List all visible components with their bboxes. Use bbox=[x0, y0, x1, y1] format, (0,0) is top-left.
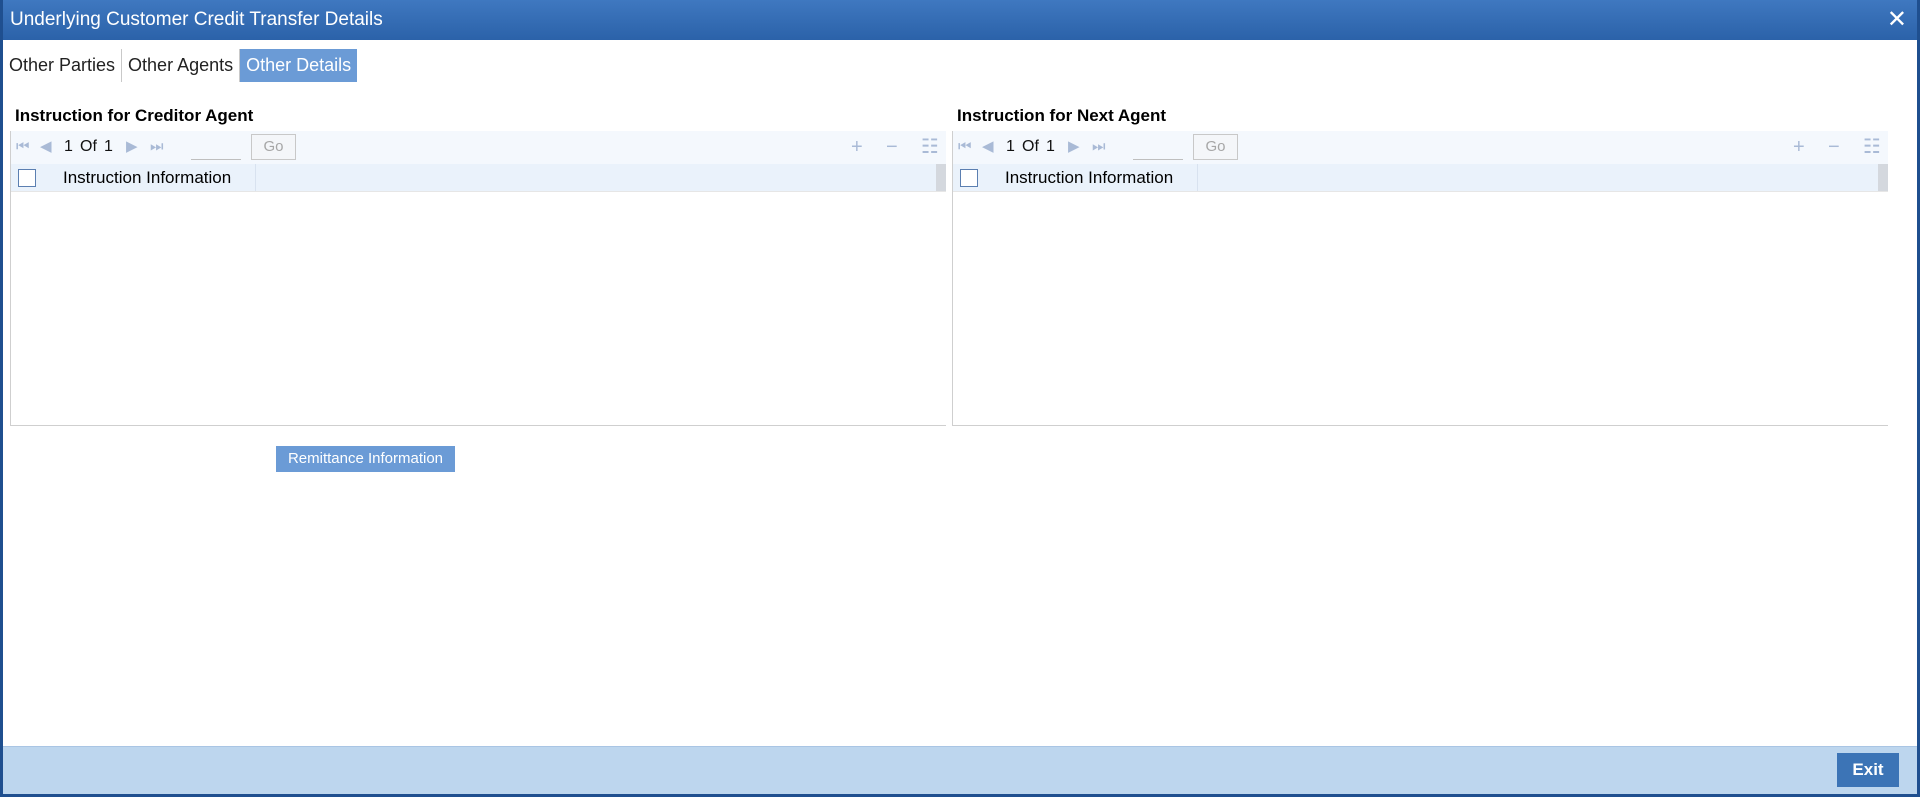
next-page-icon[interactable]: ▶ bbox=[126, 139, 138, 155]
add-row-icon[interactable]: + bbox=[1793, 137, 1805, 157]
current-page: 1 bbox=[1006, 138, 1015, 155]
next-page-icon[interactable]: ▶ bbox=[1068, 139, 1080, 155]
remittance-information-button[interactable]: Remittance Information bbox=[276, 446, 455, 472]
window-title: Underlying Customer Credit Transfer Deta… bbox=[10, 9, 383, 30]
instruction-information-column-header: Instruction Information bbox=[1005, 168, 1174, 187]
scrollbar[interactable] bbox=[1878, 164, 1888, 191]
current-page: 1 bbox=[64, 138, 73, 155]
page-number-input[interactable] bbox=[1133, 134, 1183, 160]
go-button[interactable]: Go bbox=[1193, 134, 1238, 160]
title-bar: Underlying Customer Credit Transfer Deta… bbox=[3, 0, 1917, 40]
prev-page-icon[interactable]: ◀ bbox=[40, 139, 52, 155]
grid-body bbox=[11, 191, 946, 425]
total-pages: 1 bbox=[104, 138, 113, 155]
prev-page-icon[interactable]: ◀ bbox=[982, 139, 994, 155]
scrollbar[interactable] bbox=[936, 164, 946, 191]
grid-toolbar: ⏮ ◀ 1 Of 1 ▶ ⏭ Go + − ☷ bbox=[11, 131, 946, 164]
delete-row-icon[interactable]: − bbox=[886, 137, 898, 157]
page-number-input[interactable] bbox=[191, 134, 241, 160]
total-pages: 1 bbox=[1046, 138, 1055, 155]
tab-other-details[interactable]: Other Details bbox=[240, 49, 358, 82]
last-page-icon[interactable]: ⏭ bbox=[150, 139, 164, 155]
page-of-label: Of bbox=[80, 138, 97, 155]
grid-header-row: Instruction Information bbox=[953, 164, 1888, 191]
footer-bar: Exit bbox=[3, 746, 1917, 794]
first-page-icon[interactable]: ⏮ bbox=[958, 139, 972, 155]
column-divider bbox=[255, 164, 256, 191]
tab-other-agents[interactable]: Other Agents bbox=[122, 49, 241, 82]
next-agent-section-title: Instruction for Next Agent bbox=[957, 106, 1167, 125]
tab-strip: Other Parties Other Agents Other Details bbox=[3, 49, 358, 82]
grid-body bbox=[953, 191, 1888, 425]
tab-other-parties[interactable]: Other Parties bbox=[3, 49, 123, 82]
select-all-checkbox[interactable] bbox=[18, 169, 36, 187]
close-icon[interactable]: ✕ bbox=[1887, 0, 1907, 40]
single-view-icon[interactable]: ☷ bbox=[1863, 137, 1881, 157]
instruction-information-column-header: Instruction Information bbox=[63, 168, 232, 187]
page-of-label: Of bbox=[1022, 138, 1039, 155]
go-button[interactable]: Go bbox=[251, 134, 296, 160]
delete-row-icon[interactable]: − bbox=[1828, 137, 1840, 157]
creditor-agent-section-title: Instruction for Creditor Agent bbox=[15, 106, 254, 125]
grid-header-row: Instruction Information bbox=[11, 164, 946, 191]
exit-button[interactable]: Exit bbox=[1837, 753, 1899, 787]
column-divider bbox=[1197, 164, 1198, 191]
single-view-icon[interactable]: ☷ bbox=[921, 137, 939, 157]
next-agent-grid: ⏮ ◀ 1 Of 1 ▶ ⏭ Go + − ☷ Instruction Info… bbox=[952, 131, 1888, 426]
last-page-icon[interactable]: ⏭ bbox=[1092, 139, 1106, 155]
first-page-icon[interactable]: ⏮ bbox=[16, 139, 30, 155]
select-all-checkbox[interactable] bbox=[960, 169, 978, 187]
dialog-window: Underlying Customer Credit Transfer Deta… bbox=[0, 0, 1920, 797]
add-row-icon[interactable]: + bbox=[851, 137, 863, 157]
creditor-agent-grid: ⏮ ◀ 1 Of 1 ▶ ⏭ Go + − ☷ Instruction Info… bbox=[10, 131, 946, 426]
grid-toolbar: ⏮ ◀ 1 Of 1 ▶ ⏭ Go + − ☷ bbox=[953, 131, 1888, 164]
